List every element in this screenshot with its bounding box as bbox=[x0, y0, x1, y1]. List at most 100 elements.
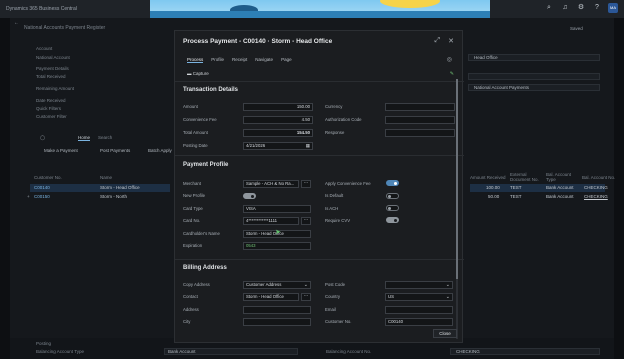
quick-filters-group: Quick Filters bbox=[36, 106, 62, 111]
contact-lookup-button[interactable]: ··· bbox=[301, 293, 311, 301]
col-bal-account-no[interactable]: Bal. Account No. bbox=[582, 175, 615, 180]
card-type-field[interactable]: VISA bbox=[243, 205, 311, 213]
calendar-icon[interactable]: ▦ bbox=[306, 143, 310, 149]
transaction-details-header[interactable]: Transaction Details bbox=[183, 87, 238, 93]
currency-field[interactable] bbox=[385, 103, 455, 111]
row-1-no[interactable]: C00140 bbox=[34, 185, 50, 190]
col-amount-received[interactable]: Amount Received bbox=[470, 175, 506, 180]
customer-no-field[interactable]: C00140 bbox=[385, 318, 453, 326]
wave-shape bbox=[150, 11, 490, 18]
tab-process[interactable]: Process bbox=[187, 57, 204, 63]
search-icon[interactable]: ⌕ bbox=[544, 3, 554, 13]
col-name[interactable]: Name bbox=[100, 175, 112, 180]
contact-label: Contact bbox=[183, 294, 198, 299]
payment-profile-header[interactable]: Payment Profile bbox=[183, 162, 228, 168]
merchant-field[interactable]: Sample - ACH & No Ra... bbox=[243, 180, 299, 188]
amount-field[interactable]: 150.00 bbox=[243, 103, 313, 111]
pin-icon[interactable]: ✎ bbox=[450, 71, 454, 77]
scrollbar-thumb[interactable] bbox=[456, 79, 458, 279]
response-field[interactable] bbox=[385, 129, 455, 137]
post-code-field[interactable]: ⌄ bbox=[385, 281, 453, 289]
country-select[interactable]: US ⌄ bbox=[385, 293, 453, 301]
is-default-label: Is Default bbox=[325, 193, 344, 198]
tab-receipt[interactable]: Receipt bbox=[232, 57, 247, 63]
col-external-doc[interactable]: External Document No. bbox=[510, 172, 540, 182]
close-icon[interactable]: ✕ bbox=[448, 37, 454, 45]
merchant-lookup-button[interactable]: ··· bbox=[301, 180, 311, 188]
authorization-code-field[interactable] bbox=[385, 116, 455, 124]
email-label: Email bbox=[325, 307, 336, 312]
apply-convenience-fee-toggle[interactable] bbox=[386, 180, 399, 186]
avatar[interactable]: MA bbox=[608, 3, 618, 13]
page-title: National Accounts Payment Register bbox=[24, 25, 106, 31]
response-label: Response bbox=[325, 130, 345, 135]
email-field[interactable] bbox=[385, 306, 453, 314]
process-payment-dialog: Process Payment - C00140 · Storm - Head … bbox=[174, 30, 464, 343]
expand-icon[interactable]: ⤢ bbox=[435, 37, 441, 45]
is-ach-toggle[interactable] bbox=[386, 205, 399, 211]
row-2-name: Storm - North bbox=[100, 194, 128, 199]
tab-search[interactable]: Search bbox=[98, 135, 112, 140]
circle-icon[interactable]: ◯ bbox=[40, 135, 45, 141]
help-icon[interactable]: ? bbox=[592, 3, 602, 13]
post-payments-button[interactable]: Post Payments bbox=[100, 148, 130, 153]
account-group: Account bbox=[36, 46, 53, 51]
footer-posting: Posting bbox=[36, 341, 52, 346]
posting-date-field[interactable]: 4/21/2026 ▦ bbox=[243, 142, 313, 150]
is-default-toggle[interactable] bbox=[386, 193, 399, 199]
city-field[interactable] bbox=[243, 318, 311, 326]
row-2-no[interactable]: C00150 bbox=[34, 194, 50, 199]
new-profile-toggle[interactable] bbox=[243, 193, 256, 199]
billing-address-header[interactable]: Billing Address bbox=[183, 265, 227, 271]
row-1-acct: CHECKING bbox=[584, 185, 608, 190]
tab-page[interactable]: Page bbox=[281, 57, 292, 63]
payment-details-group: Payment Details bbox=[36, 66, 69, 71]
expiration-field[interactable]: 0543 bbox=[243, 242, 311, 250]
divider bbox=[175, 259, 464, 260]
row-2-ext: TEST bbox=[510, 194, 522, 199]
chevron-down-icon: ⌄ bbox=[445, 282, 450, 288]
app-name[interactable]: Dynamics 365 Business Central bbox=[6, 6, 77, 12]
gear-icon[interactable]: ⚙ bbox=[576, 3, 586, 13]
card-icon: ▬ bbox=[187, 71, 192, 76]
tab-navigate[interactable]: Navigate bbox=[255, 57, 273, 63]
bell-icon[interactable]: ♫ bbox=[560, 3, 570, 13]
batch-apply-button[interactable]: Batch Apply bbox=[148, 148, 172, 153]
country-value: US bbox=[388, 294, 394, 299]
row-1-name: Storm - Head Office bbox=[100, 185, 140, 190]
tab-home[interactable]: Home bbox=[78, 135, 91, 141]
card-type-label: Card Type bbox=[183, 206, 203, 211]
close-button[interactable]: Close bbox=[433, 329, 457, 338]
posting-date-value: 4/21/2026 bbox=[246, 143, 266, 148]
mouse-pointer-icon: ➤ bbox=[275, 229, 281, 236]
sun-shape bbox=[380, 0, 440, 8]
customer-filter-label: Customer Filter bbox=[36, 114, 67, 119]
new-profile-label: New Profile bbox=[183, 193, 205, 198]
contact-field[interactable]: Storm - Head Office bbox=[243, 293, 299, 301]
posting-date-label: Posting Date bbox=[183, 143, 208, 148]
card-no-field[interactable]: 4************1111 bbox=[243, 217, 299, 225]
total-amount-label: Total Amount bbox=[183, 130, 208, 135]
require-cvv-toggle[interactable] bbox=[386, 217, 399, 223]
authorization-code-label: Authorization Code bbox=[325, 117, 362, 122]
settings-circle-icon[interactable]: ◎ bbox=[447, 56, 452, 63]
convenience-fee-field[interactable]: 4.50 bbox=[243, 116, 313, 124]
address-field[interactable] bbox=[243, 306, 311, 314]
col-bal-account-type[interactable]: Bal. Account Type bbox=[546, 172, 576, 182]
total-received-label: Total Received bbox=[36, 74, 66, 79]
copy-address-label: Copy Address bbox=[183, 282, 210, 287]
right-field-2[interactable] bbox=[468, 73, 600, 80]
col-customer-no[interactable]: Customer No. bbox=[34, 175, 62, 180]
currency-label: Currency bbox=[325, 104, 343, 109]
top-bar-icons: ⌕ ♫ ⚙ ? MA bbox=[544, 3, 618, 13]
copy-address-select[interactable]: Customer Address ⌄ bbox=[243, 281, 311, 289]
tab-profile[interactable]: Profile bbox=[211, 57, 224, 63]
add-row-icon[interactable]: + bbox=[27, 194, 30, 199]
capture-button[interactable]: ▬ Capture bbox=[187, 71, 209, 76]
card-no-lookup-button[interactable]: ··· bbox=[301, 217, 311, 225]
make-payment-button[interactable]: Make a Payment bbox=[44, 148, 78, 153]
merchant-label: Merchant bbox=[183, 181, 201, 186]
city-label: City bbox=[183, 319, 191, 324]
row-2-acct[interactable]: CHECKING bbox=[584, 194, 608, 199]
back-arrow-icon[interactable]: ← bbox=[14, 20, 19, 26]
